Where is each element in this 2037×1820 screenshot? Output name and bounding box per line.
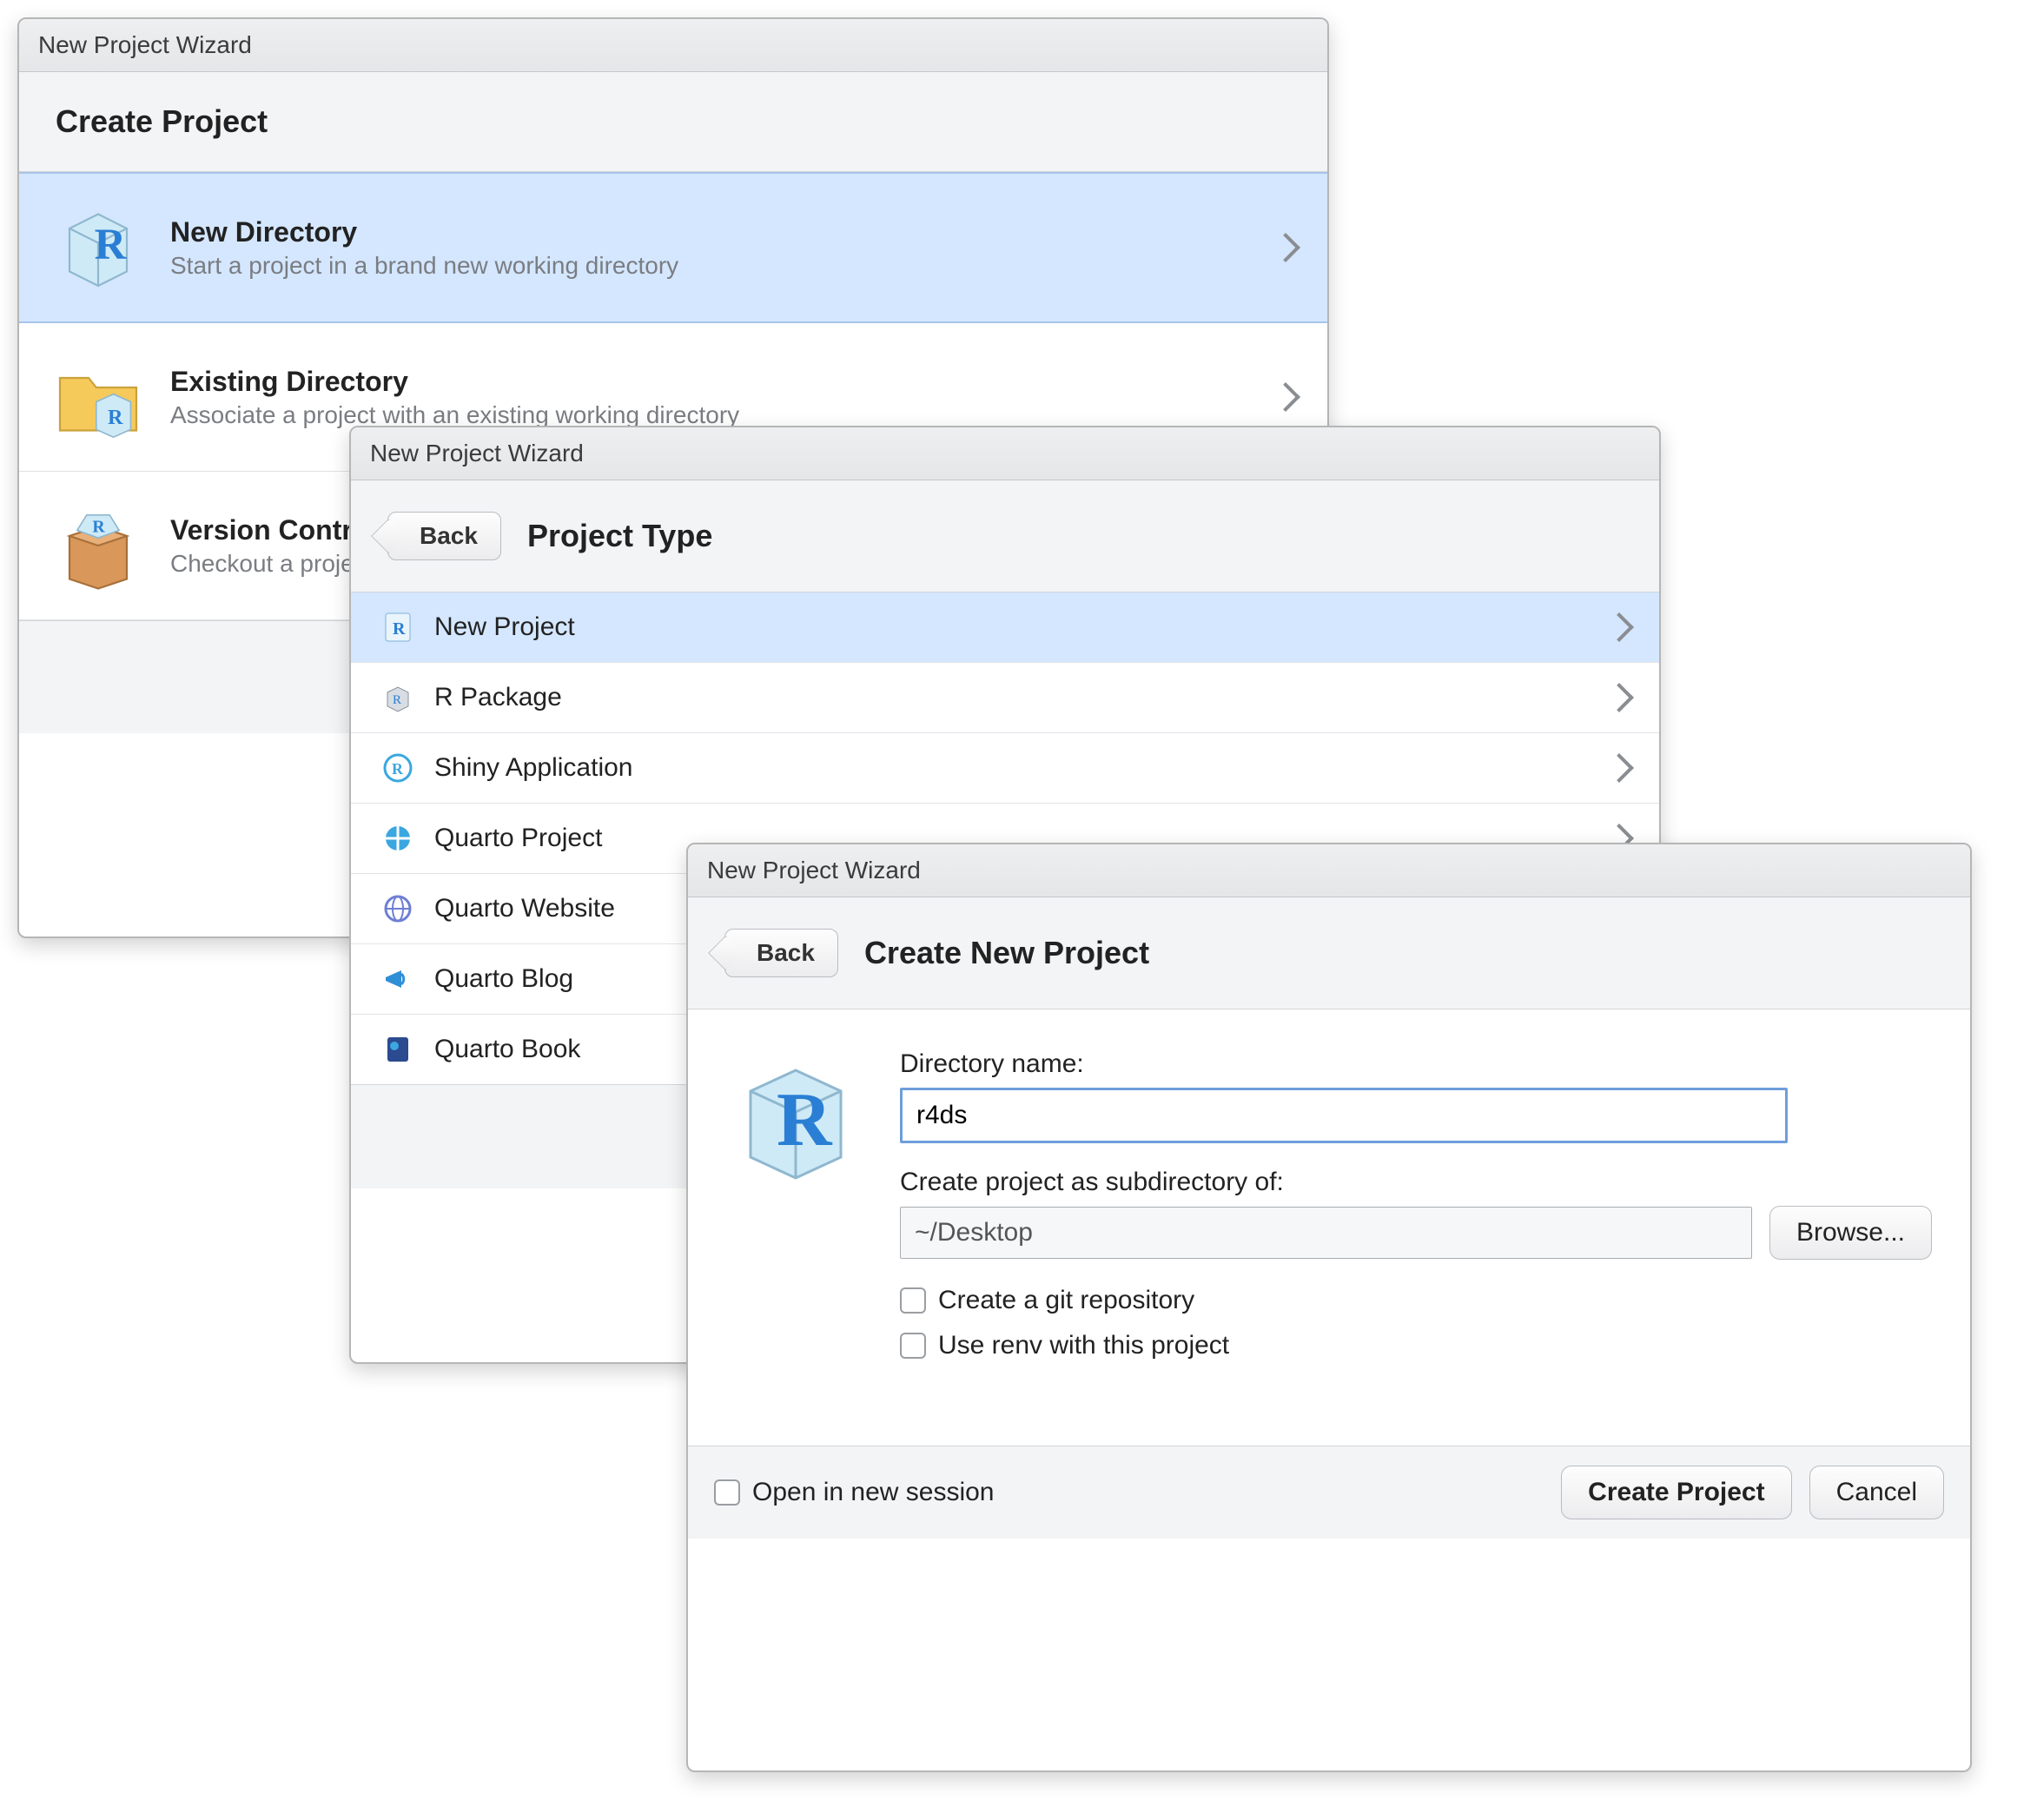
renv-label: Use renv with this project	[938, 1331, 1229, 1360]
svg-text:R: R	[777, 1078, 833, 1162]
directory-name-label: Directory name:	[900, 1049, 1932, 1079]
quarto-icon	[380, 821, 415, 856]
r-file-icon: R	[380, 610, 415, 645]
megaphone-icon	[380, 962, 415, 996]
checkbox-icon[interactable]	[900, 1333, 926, 1359]
back-button[interactable]: Back	[724, 929, 838, 977]
form-area: R Directory name: Create project as subd…	[688, 1009, 1970, 1446]
chevron-right-icon	[1604, 753, 1634, 783]
package-box-icon: R	[50, 498, 146, 593]
dialog-header: Back Project Type	[351, 480, 1659, 592]
titlebar: New Project Wizard	[351, 427, 1659, 480]
type-r-package[interactable]: R R Package	[351, 663, 1659, 733]
package-cube-icon: R	[380, 680, 415, 715]
type-label: R Package	[434, 683, 1590, 712]
option-subtitle: Start a project in a brand new working d…	[170, 252, 1251, 280]
subdirectory-path-input[interactable]	[900, 1207, 1752, 1259]
option-title: New Directory	[170, 216, 1251, 248]
option-subtitle: Associate a project with an existing wor…	[170, 401, 1251, 429]
folder-r-icon: R	[50, 349, 146, 445]
footer-bar: Open in new session Create Project Cance…	[688, 1446, 1970, 1539]
wizard-step-create-new-project: New Project Wizard Back Create New Proje…	[686, 843, 1972, 1772]
shiny-icon: R	[380, 751, 415, 785]
svg-text:R: R	[95, 220, 127, 268]
type-label: New Project	[434, 612, 1590, 642]
browse-button[interactable]: Browse...	[1769, 1206, 1932, 1260]
back-button[interactable]: Back	[387, 512, 501, 560]
type-shiny-application[interactable]: R Shiny Application	[351, 733, 1659, 804]
chevron-right-icon	[1271, 233, 1300, 262]
subdirectory-label: Create project as subdirectory of:	[900, 1168, 1932, 1197]
dialog-heading: Create New Project	[864, 935, 1149, 971]
chevron-right-icon	[1271, 382, 1300, 412]
type-label: Shiny Application	[434, 753, 1590, 783]
globe-icon	[380, 891, 415, 926]
svg-text:R: R	[393, 619, 406, 639]
titlebar: New Project Wizard	[19, 19, 1327, 72]
svg-text:R: R	[92, 518, 105, 537]
open-new-session-row[interactable]: Open in new session	[714, 1478, 995, 1507]
r-cube-icon: R	[50, 200, 146, 295]
book-icon	[380, 1032, 415, 1067]
dialog-header: Back Create New Project	[688, 897, 1970, 1009]
git-repo-checkbox-row[interactable]: Create a git repository	[900, 1286, 1932, 1315]
dialog-heading: Create Project	[56, 103, 268, 140]
directory-name-input[interactable]	[900, 1088, 1788, 1143]
option-title: Existing Directory	[170, 366, 1251, 398]
svg-text:R: R	[393, 693, 401, 707]
svg-text:R: R	[392, 760, 404, 778]
option-new-directory[interactable]: R New Directory Start a project in a bra…	[19, 172, 1327, 323]
create-project-button[interactable]: Create Project	[1561, 1466, 1791, 1519]
titlebar: New Project Wizard	[688, 844, 1970, 897]
svg-text:R: R	[108, 406, 123, 429]
dialog-header: Create Project	[19, 72, 1327, 172]
chevron-right-icon	[1604, 683, 1634, 712]
type-new-project[interactable]: R New Project	[351, 592, 1659, 663]
dialog-heading: Project Type	[527, 518, 712, 554]
chevron-right-icon	[1604, 612, 1634, 642]
checkbox-icon[interactable]	[900, 1287, 926, 1314]
renv-checkbox-row[interactable]: Use renv with this project	[900, 1331, 1932, 1360]
checkbox-icon[interactable]	[714, 1479, 740, 1506]
open-new-session-label: Open in new session	[752, 1478, 995, 1507]
r-cube-icon: R	[726, 1049, 865, 1188]
git-repo-label: Create a git repository	[938, 1286, 1194, 1315]
cancel-button[interactable]: Cancel	[1809, 1466, 1944, 1519]
